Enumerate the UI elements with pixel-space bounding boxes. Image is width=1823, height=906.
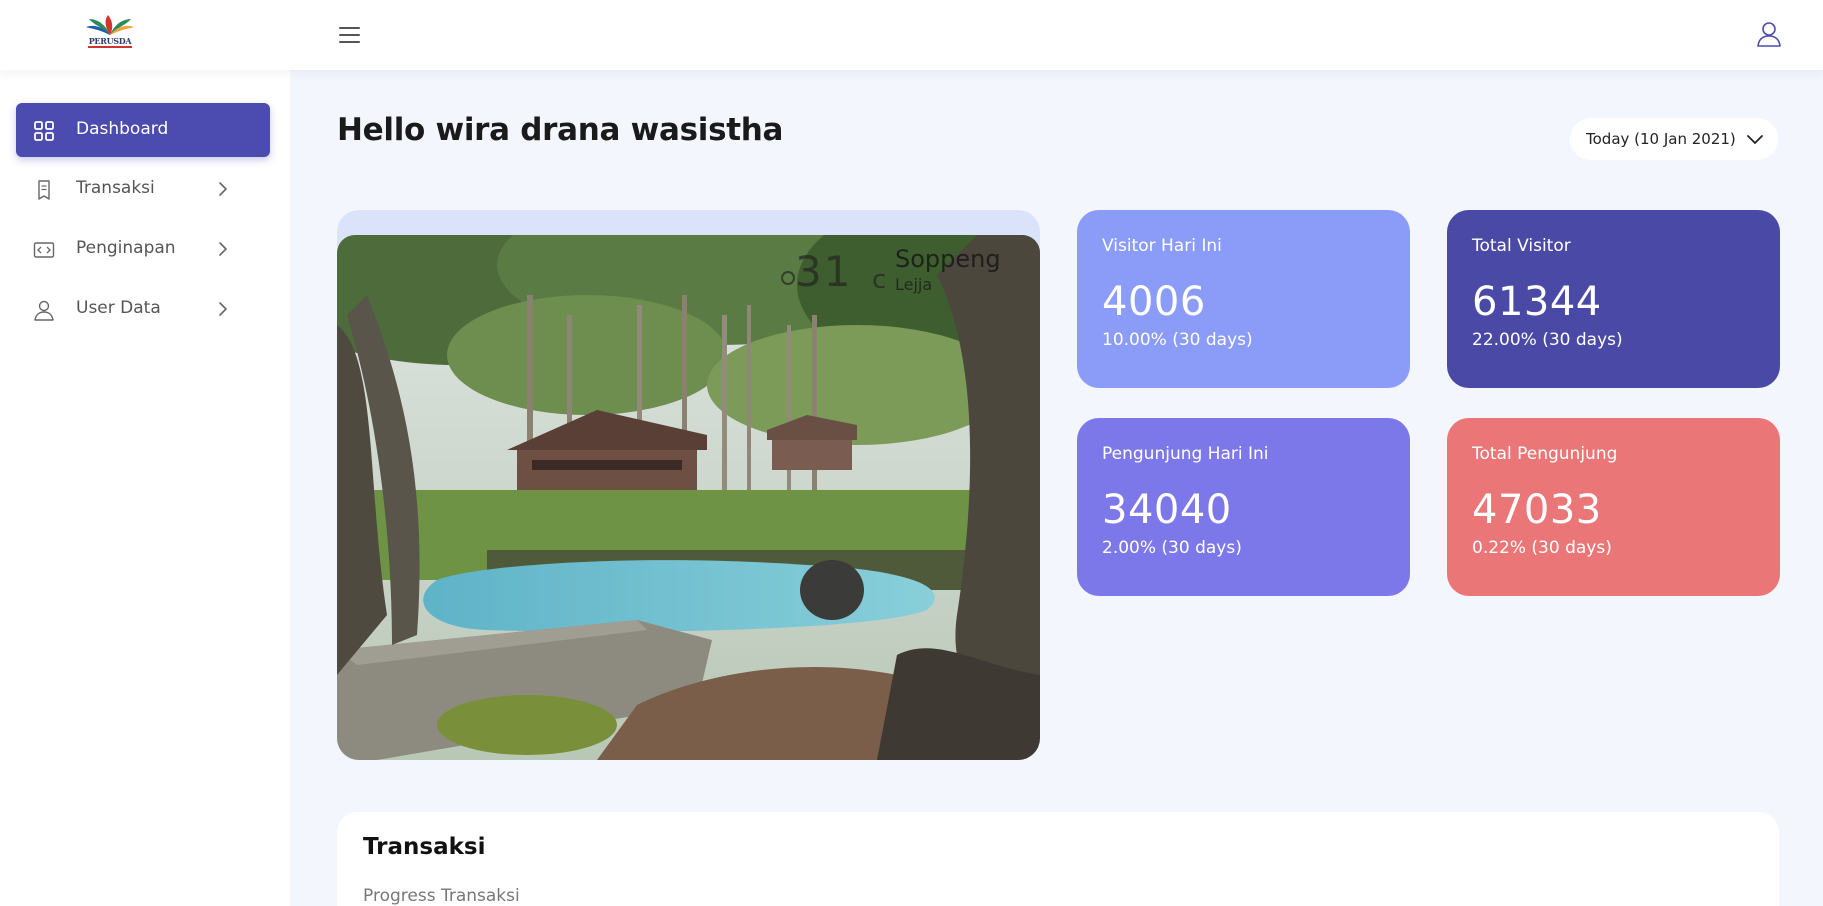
user-icon	[34, 300, 54, 321]
page-title: Hello wira drana wasistha	[337, 112, 784, 148]
sidebar-item-dashboard[interactable]: Dashboard	[16, 103, 270, 157]
logo[interactable]: PERUSDA	[84, 13, 136, 53]
weather-location: Lejja	[895, 275, 933, 294]
logo-underline	[88, 46, 132, 48]
stat-change: 0.22% (30 days)	[1472, 538, 1612, 558]
sidebar-item-label: User Data	[76, 298, 161, 318]
weather-unit: c	[872, 265, 887, 295]
receipt-icon	[38, 180, 50, 200]
weather-temperature: 31	[795, 247, 853, 296]
weather-widget: 31 c Soppeng Lejja	[777, 245, 1037, 305]
sidebar-item-transaksi[interactable]: Transaksi	[16, 162, 270, 216]
stat-title: Total Pengunjung	[1472, 444, 1618, 464]
top-bar: PERUSDA	[0, 0, 1823, 70]
sidebar: Dashboard Transaksi Penginapan User Data	[0, 70, 290, 906]
chevron-right-icon	[219, 182, 227, 196]
chevron-down-icon	[1747, 135, 1763, 144]
transaksi-title: Transaksi	[363, 834, 486, 860]
stat-card-visitor-today: Visitor Hari Ini 4006 10.00% (30 days)	[1077, 210, 1410, 388]
stat-value: 61344	[1472, 279, 1602, 325]
stat-value: 34040	[1102, 487, 1232, 533]
stat-value: 4006	[1102, 279, 1206, 325]
transaksi-subtitle: Progress Transaksi	[363, 886, 520, 906]
stat-card-pengunjung-today: Pengunjung Hari Ini 34040 2.00% (30 days…	[1077, 418, 1410, 596]
location-photo: 31 c Soppeng Lejja	[337, 235, 1040, 760]
stat-change: 10.00% (30 days)	[1102, 330, 1253, 350]
park-scene-image	[337, 235, 1040, 760]
transaksi-card: Transaksi Progress Transaksi	[337, 812, 1779, 906]
stat-title: Pengunjung Hari Ini	[1102, 444, 1269, 464]
stat-title: Visitor Hari Ini	[1102, 236, 1222, 256]
stat-card-total-visitor: Total Visitor 61344 22.00% (30 days)	[1447, 210, 1780, 388]
code-icon	[33, 242, 55, 258]
chevron-right-icon	[219, 242, 227, 256]
sidebar-item-label: Penginapan	[76, 238, 176, 258]
stat-card-total-pengunjung: Total Pengunjung 47033 0.22% (30 days)	[1447, 418, 1780, 596]
sidebar-item-label: Dashboard	[76, 119, 169, 139]
sidebar-item-penginapan[interactable]: Penginapan	[16, 222, 270, 276]
date-filter-label: Today (10 Jan 2021)	[1586, 130, 1736, 148]
weather-photo-card: 31 c Soppeng Lejja	[337, 210, 1040, 760]
sidebar-item-user-data[interactable]: User Data	[16, 282, 270, 336]
sidebar-item-label: Transaksi	[76, 178, 155, 198]
stat-title: Total Visitor	[1472, 236, 1571, 256]
weather-city: Soppeng	[895, 245, 1001, 273]
stat-change: 22.00% (30 days)	[1472, 330, 1623, 350]
stat-value: 47033	[1472, 487, 1602, 533]
chevron-right-icon	[219, 302, 227, 316]
stat-change: 2.00% (30 days)	[1102, 538, 1242, 558]
logo-text: PERUSDA	[88, 36, 132, 46]
date-filter-dropdown[interactable]: Today (10 Jan 2021)	[1570, 118, 1778, 160]
grid-icon	[34, 121, 54, 141]
hamburger-menu-icon[interactable]	[336, 22, 364, 48]
user-icon[interactable]	[1755, 20, 1783, 48]
